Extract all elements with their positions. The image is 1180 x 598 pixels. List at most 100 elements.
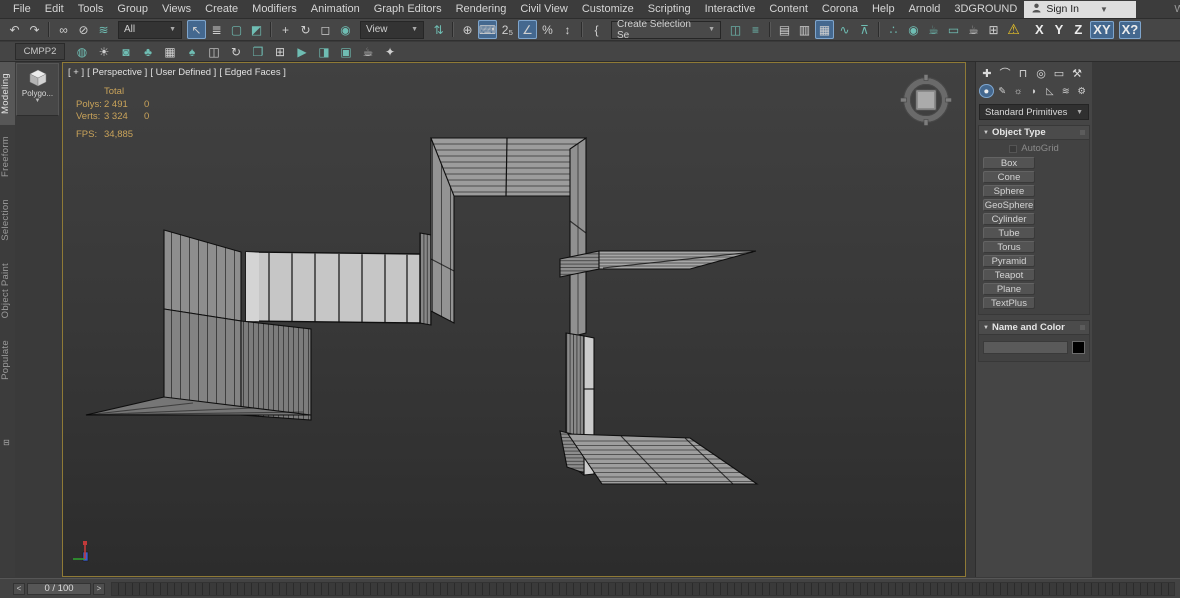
ribbon-tab[interactable]: Object Paint: [0, 252, 15, 329]
y-axis-button[interactable]: Y: [1052, 21, 1067, 39]
region-icon[interactable]: ▣: [337, 43, 355, 60]
unlink-selection-icon[interactable]: ⊘: [74, 20, 93, 39]
systems-category-icon[interactable]: ⚙: [1074, 84, 1089, 98]
clapper-icon[interactable]: ◨: [315, 43, 333, 60]
primitive-button[interactable]: Sphere: [983, 185, 1035, 197]
reference-coordinate-dropdown[interactable]: View▼: [360, 21, 424, 39]
menu-item[interactable]: Graph Editors: [367, 3, 449, 15]
render-production-icon[interactable]: ☕: [964, 20, 983, 39]
menu-item[interactable]: Civil View: [513, 3, 574, 15]
trees-icon[interactable]: ♣: [139, 43, 157, 60]
utilities-tab-icon[interactable]: ⚒: [1069, 66, 1085, 81]
shapes-category-icon[interactable]: ✎: [995, 84, 1010, 98]
motion-tab-icon[interactable]: ◎: [1033, 66, 1049, 81]
viewport-label-segment[interactable]: [ Perspective ]: [87, 67, 147, 78]
playblast-icon[interactable]: ▶: [293, 43, 311, 60]
geometry-category-icon[interactable]: ●: [979, 84, 994, 98]
perspective-viewport[interactable]: [ + ][ Perspective ][ User Defined ][ Ed…: [62, 62, 966, 577]
cmpp2-tab[interactable]: CMPP2: [15, 43, 65, 60]
select-and-scale-icon[interactable]: ◻: [316, 20, 335, 39]
primitive-button[interactable]: Tube: [983, 227, 1035, 239]
layers-icon[interactable]: ❐: [249, 43, 267, 60]
menu-item[interactable]: Arnold: [902, 3, 948, 15]
select-and-rotate-icon[interactable]: ↻: [296, 20, 315, 39]
menu-item[interactable]: Customize: [575, 3, 641, 15]
select-and-place-icon[interactable]: ◉: [336, 20, 355, 39]
menu-item[interactable]: Animation: [304, 3, 367, 15]
menu-item[interactable]: Rendering: [449, 3, 514, 15]
curve-editor-icon[interactable]: ∿: [835, 20, 854, 39]
layer-explorer-icon[interactable]: ▥: [795, 20, 814, 39]
autogrid-checkbox[interactable]: [1009, 145, 1017, 153]
object-name-input[interactable]: [983, 341, 1068, 354]
modify-tab-icon[interactable]: ⌒: [997, 66, 1013, 81]
menu-item[interactable]: Content: [762, 3, 815, 15]
primitive-button[interactable]: Box: [983, 157, 1035, 169]
percent-snap-icon[interactable]: %: [538, 20, 557, 39]
menu-item[interactable]: Group: [110, 3, 155, 15]
menu-item[interactable]: Scripting: [641, 3, 698, 15]
material-editor-icon[interactable]: ◉: [904, 20, 923, 39]
menu-item[interactable]: Modifiers: [245, 3, 304, 15]
bind-to-space-warp-icon[interactable]: ≋: [94, 20, 113, 39]
edged-faces-mesh[interactable]: [63, 63, 965, 576]
named-selection-sets-dropdown[interactable]: Create Selection Se▼: [611, 21, 721, 39]
select-and-manipulate-icon[interactable]: ⊕: [458, 20, 477, 39]
building-icon[interactable]: ▦: [161, 43, 179, 60]
menu-item[interactable]: Corona: [815, 3, 865, 15]
select-object-icon[interactable]: ↖: [187, 20, 206, 39]
primitive-button[interactable]: TextPlus: [983, 297, 1035, 309]
display-tab-icon[interactable]: ▭: [1051, 66, 1067, 81]
state-sets-icon[interactable]: ⊞: [984, 20, 1003, 39]
sign-in-button[interactable]: Sign In ▼: [1024, 1, 1136, 18]
light-icon[interactable]: ◍: [73, 43, 91, 60]
select-and-link-icon[interactable]: ∞: [54, 20, 73, 39]
primitive-button[interactable]: Pyramid: [983, 255, 1035, 267]
ribbon-tab[interactable]: Selection: [0, 188, 15, 252]
menu-item[interactable]: Interactive: [698, 3, 763, 15]
helpers-category-icon[interactable]: ◺: [1042, 84, 1057, 98]
warning-icon[interactable]: ⚠: [1004, 20, 1023, 39]
angle-snap-icon[interactable]: ∠: [518, 20, 537, 39]
object-color-swatch[interactable]: [1072, 341, 1085, 354]
spinner-snap-icon[interactable]: ↕: [558, 20, 577, 39]
track-bar[interactable]: [111, 582, 1175, 596]
edit-named-selections-icon[interactable]: {: [587, 20, 606, 39]
menu-item[interactable]: Create: [198, 3, 245, 15]
primitive-button[interactable]: Cone: [983, 171, 1035, 183]
menu-item[interactable]: 3DGROUND: [947, 3, 1024, 15]
viewport-label-segment[interactable]: [ Edged Faces ]: [219, 67, 286, 78]
ribbon-minimize-icon[interactable]: ⊟: [3, 438, 10, 447]
viewport-label-segment[interactable]: [ User Defined ]: [150, 67, 216, 78]
dope-sheet-icon[interactable]: ⊼: [855, 20, 874, 39]
camera-icon[interactable]: ◙: [117, 43, 135, 60]
ribbon-tab[interactable]: Populate: [0, 329, 15, 391]
schematic-view-icon[interactable]: ∴: [884, 20, 903, 39]
selection-filter-dropdown[interactable]: All▼: [118, 21, 182, 39]
view-cube[interactable]: [900, 74, 952, 126]
z-axis-button[interactable]: Z: [1071, 21, 1085, 39]
menu-item[interactable]: File: [6, 3, 38, 15]
mirror-icon[interactable]: ◫: [726, 20, 745, 39]
menu-item[interactable]: Edit: [38, 3, 71, 15]
primitive-category-dropdown[interactable]: Standard Primitives ▼: [979, 104, 1089, 120]
primitive-button[interactable]: Cylinder: [983, 213, 1035, 225]
ribbon-toggle-icon[interactable]: ▦: [815, 20, 834, 39]
object-type-rollout-header[interactable]: ▼ Object Type: [979, 126, 1089, 140]
space-warps-category-icon[interactable]: ≋: [1058, 84, 1073, 98]
window-crossing-icon[interactable]: ◩: [247, 20, 266, 39]
primitive-button[interactable]: Plane: [983, 283, 1035, 295]
door-icon[interactable]: ◫: [205, 43, 223, 60]
x-axis-button[interactable]: X: [1032, 21, 1047, 39]
select-and-move-icon[interactable]: +: [276, 20, 295, 39]
name-and-color-rollout-header[interactable]: ▼ Name and Color: [979, 321, 1089, 335]
scene-explorer-icon[interactable]: ▤: [775, 20, 794, 39]
sun-icon[interactable]: ☀: [95, 43, 113, 60]
xy-custom-button[interactable]: X?: [1119, 21, 1142, 39]
tree-icon[interactable]: ♠: [183, 43, 201, 60]
keyboard-override-icon[interactable]: ⌨: [478, 20, 497, 39]
undo-icon[interactable]: ↶: [5, 20, 24, 39]
primitive-button[interactable]: Teapot: [983, 269, 1035, 281]
menu-item[interactable]: Tools: [71, 3, 111, 15]
ribbon-tab[interactable]: Modeling: [0, 62, 15, 125]
